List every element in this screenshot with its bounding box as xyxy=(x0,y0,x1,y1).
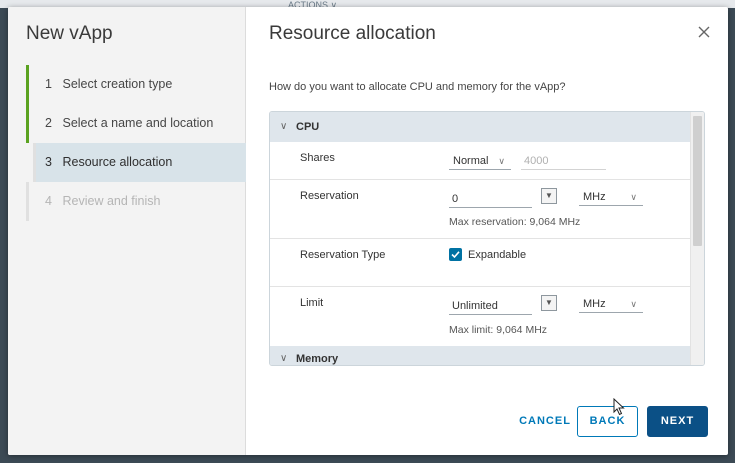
next-button[interactable]: NEXT xyxy=(647,406,708,437)
chevron-down-icon: ∨ xyxy=(498,156,505,166)
chevron-down-icon: ∨ xyxy=(280,353,288,364)
step-number: 3 xyxy=(45,155,52,169)
shares-value: 4000 xyxy=(524,155,549,167)
wizard-step-resource-allocation[interactable]: 3 Resource allocation xyxy=(33,143,246,182)
cpu-section-header[interactable]: ∨ CPU xyxy=(270,112,691,142)
reservation-unit-value: MHz xyxy=(583,191,606,203)
mouse-cursor-icon xyxy=(613,398,625,416)
reservation-unit-select[interactable]: MHz ∨ xyxy=(579,188,643,206)
step-number: 2 xyxy=(45,116,52,130)
cpu-reservation-type-row: Reservation Type Expandable xyxy=(270,239,691,287)
reservation-label: Reservation xyxy=(300,190,359,202)
shares-level-value: Normal xyxy=(453,155,489,167)
chevron-down-icon: ∨ xyxy=(280,121,288,132)
back-button[interactable]: BACK xyxy=(577,406,638,437)
wizard-sidebar: New vApp 1 Select creation type 2 Select… xyxy=(8,7,246,455)
limit-input[interactable]: Unlimited xyxy=(449,297,532,315)
max-reservation-hint: Max reservation: 9,064 MHz xyxy=(449,216,581,228)
chevron-down-icon: ∨ xyxy=(630,192,637,202)
reservation-value: 0 xyxy=(452,193,459,205)
page-title: Resource allocation xyxy=(269,23,436,44)
new-vapp-dialog: New vApp 1 Select creation type 2 Select… xyxy=(8,7,728,455)
cpu-reservation-row: Reservation 0 ▼ MHz ∨ Max reservation: 9… xyxy=(270,180,691,239)
memory-section-label: Memory xyxy=(296,353,339,365)
step-label: Resource allocation xyxy=(62,155,173,169)
step-number: 1 xyxy=(45,77,52,91)
memory-section-header[interactable]: ∨ Memory xyxy=(270,346,691,365)
step-label: Select creation type xyxy=(62,77,173,91)
limit-value: Unlimited xyxy=(452,300,498,312)
close-button[interactable] xyxy=(697,25,715,43)
close-icon xyxy=(698,26,710,38)
allocation-question: How do you want to allocate CPU and memo… xyxy=(269,81,566,93)
cancel-button[interactable]: CANCEL xyxy=(517,407,573,438)
expandable-checkbox[interactable] xyxy=(449,248,462,261)
check-icon xyxy=(451,251,460,259)
limit-label: Limit xyxy=(300,297,324,309)
step-number: 4 xyxy=(45,194,52,208)
reservation-input[interactable]: 0 xyxy=(449,190,532,208)
wizard-step-select-name-location[interactable]: 2 Select a name and location xyxy=(26,104,246,143)
reservation-dropdown-button[interactable]: ▼ xyxy=(541,188,557,204)
shares-label: Shares xyxy=(300,152,335,164)
limit-unit-select[interactable]: MHz ∨ xyxy=(579,295,643,313)
caret-down-icon: ▼ xyxy=(545,298,553,307)
limit-dropdown-button[interactable]: ▼ xyxy=(541,295,557,311)
shares-level-select[interactable]: Normal ∨ xyxy=(449,152,511,170)
wizard-content: Resource allocation How do you want to a… xyxy=(246,7,728,455)
limit-unit-value: MHz xyxy=(583,298,606,310)
wizard-step-review-finish: 4 Review and finish xyxy=(26,182,246,221)
reservation-type-label: Reservation Type xyxy=(300,249,386,261)
wizard-step-select-creation-type[interactable]: 1 Select creation type xyxy=(26,65,246,104)
cpu-limit-row: Limit Unlimited ▼ MHz ∨ Max limit: 9,064… xyxy=(270,287,691,346)
cpu-section-label: CPU xyxy=(296,121,320,133)
resource-panel: ∨ CPU Shares Normal ∨ 4000 Reservation 0 xyxy=(269,111,705,366)
scrollbar-thumb[interactable] xyxy=(693,116,702,246)
chevron-down-icon: ∨ xyxy=(630,299,637,309)
panel-scrollbar[interactable] xyxy=(690,112,704,365)
max-limit-hint: Max limit: 9,064 MHz xyxy=(449,324,548,336)
expandable-label[interactable]: Expandable xyxy=(468,249,526,261)
wizard-steps: 1 Select creation type 2 Select a name a… xyxy=(26,65,246,221)
caret-down-icon: ▼ xyxy=(545,191,553,200)
shares-value-input: 4000 xyxy=(521,152,606,170)
cpu-shares-row: Shares Normal ∨ 4000 xyxy=(270,142,691,180)
step-label: Review and finish xyxy=(62,194,161,208)
wizard-title: New vApp xyxy=(26,23,113,44)
step-label: Select a name and location xyxy=(62,116,214,130)
